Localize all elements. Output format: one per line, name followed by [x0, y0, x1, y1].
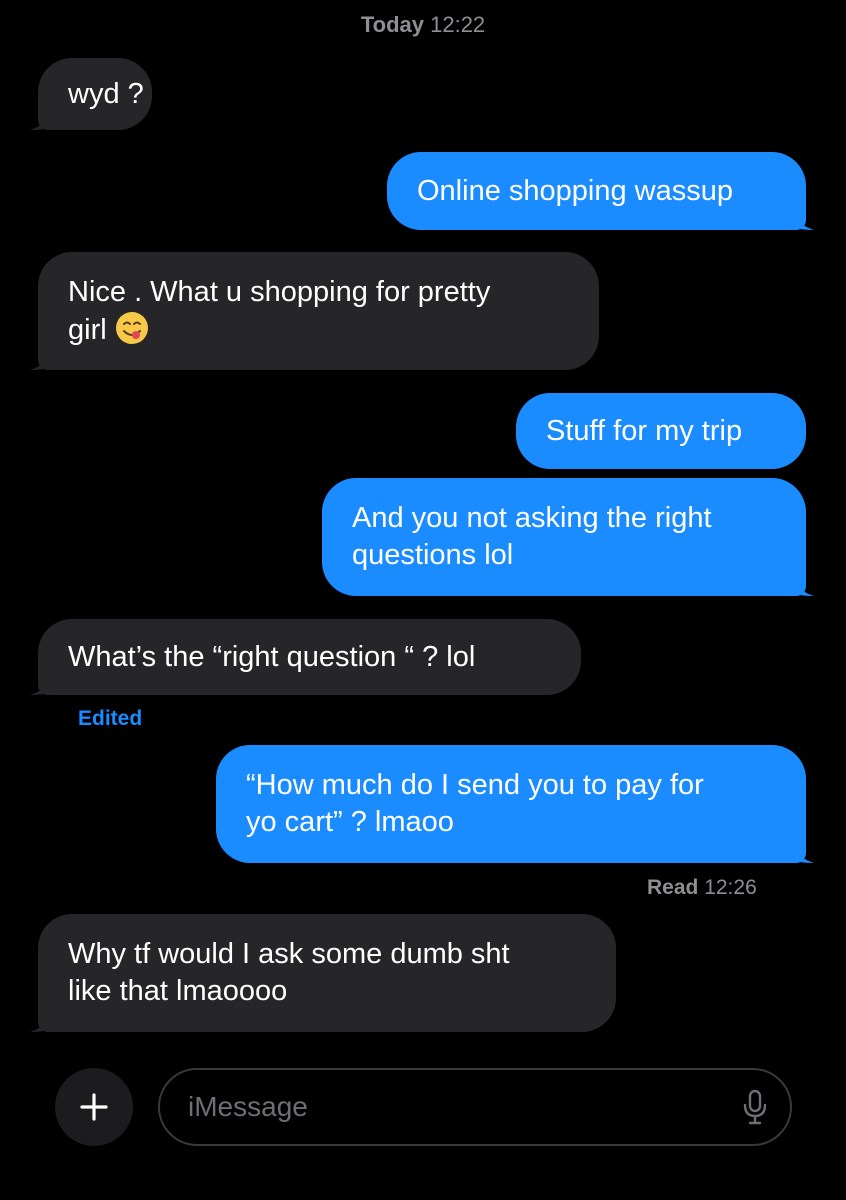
message-text: Stuff for my trip — [546, 414, 743, 447]
message-text: What’s the “right question “ ? lol — [68, 640, 476, 673]
message-text-block: Why tf would I ask some dumb sht like th… — [68, 936, 510, 1010]
face-savoring-food-emoji — [115, 311, 148, 344]
message-input-placeholder: iMessage — [188, 1091, 308, 1122]
bubble-tail — [30, 104, 56, 130]
message-text-line: And you not asking the right — [352, 502, 712, 534]
message-bubble-sent[interactable]: Online shopping wassup — [387, 152, 814, 230]
bubble-tail — [788, 837, 814, 863]
add-attachment-button[interactable] — [55, 1068, 133, 1146]
message-input[interactable]: iMessage — [158, 1068, 792, 1146]
microphone-icon[interactable] — [742, 1089, 768, 1125]
message-text-line: yo cart” ? lmaoo — [246, 806, 454, 838]
bubble-tail — [30, 344, 56, 370]
message-text-line: questions lol — [352, 539, 514, 571]
message-bubble-received[interactable]: Why tf would I ask some dumb sht like th… — [30, 914, 616, 1032]
message-bubble-received[interactable]: What’s the “right question “ ? lol — [30, 619, 581, 695]
plus-icon — [80, 1093, 108, 1121]
message-bubble-received[interactable]: Nice . What u shopping for pretty girl — [30, 252, 599, 370]
conversation-timestamp: Today 12:22 — [0, 12, 846, 38]
bubble-tail — [788, 570, 814, 596]
message-bubble-sent[interactable]: Stuff for my trip — [516, 393, 806, 469]
message-text-line: Nice . What u shopping for pretty — [68, 275, 491, 308]
message-text: Online shopping wassup — [417, 174, 733, 207]
timestamp-time: 12:22 — [430, 12, 486, 37]
bubble-tail — [788, 204, 814, 230]
message-text-block: Nice . What u shopping for pretty girl — [68, 274, 490, 349]
read-receipt: Read 12:26 — [647, 876, 757, 900]
message-text-block: “How much do I send you to pay for yo ca… — [246, 767, 704, 841]
message-bubble-sent[interactable]: “How much do I send you to pay for yo ca… — [216, 745, 814, 863]
message-text-line: like that lmaoooo — [68, 975, 288, 1007]
message-text-line: Why tf would I ask some dumb sht — [68, 938, 510, 970]
bubble-tail — [30, 1006, 56, 1032]
read-time: 12:26 — [704, 876, 757, 899]
read-label: Read — [647, 876, 699, 899]
bubble-tail — [30, 669, 56, 695]
message-text-line-2: girl — [68, 311, 490, 349]
message-text-block: And you not asking the right questions l… — [352, 500, 712, 574]
edited-label[interactable]: Edited — [78, 707, 142, 731]
message-bubble-received[interactable]: wyd ? — [30, 58, 152, 130]
message-text-line: “How much do I send you to pay for — [246, 769, 704, 801]
timestamp-day: Today — [360, 12, 424, 37]
message-text: wyd ? — [68, 77, 144, 110]
message-text-line: girl — [68, 313, 107, 346]
message-bubble-sent[interactable]: And you not asking the right questions l… — [322, 478, 814, 596]
